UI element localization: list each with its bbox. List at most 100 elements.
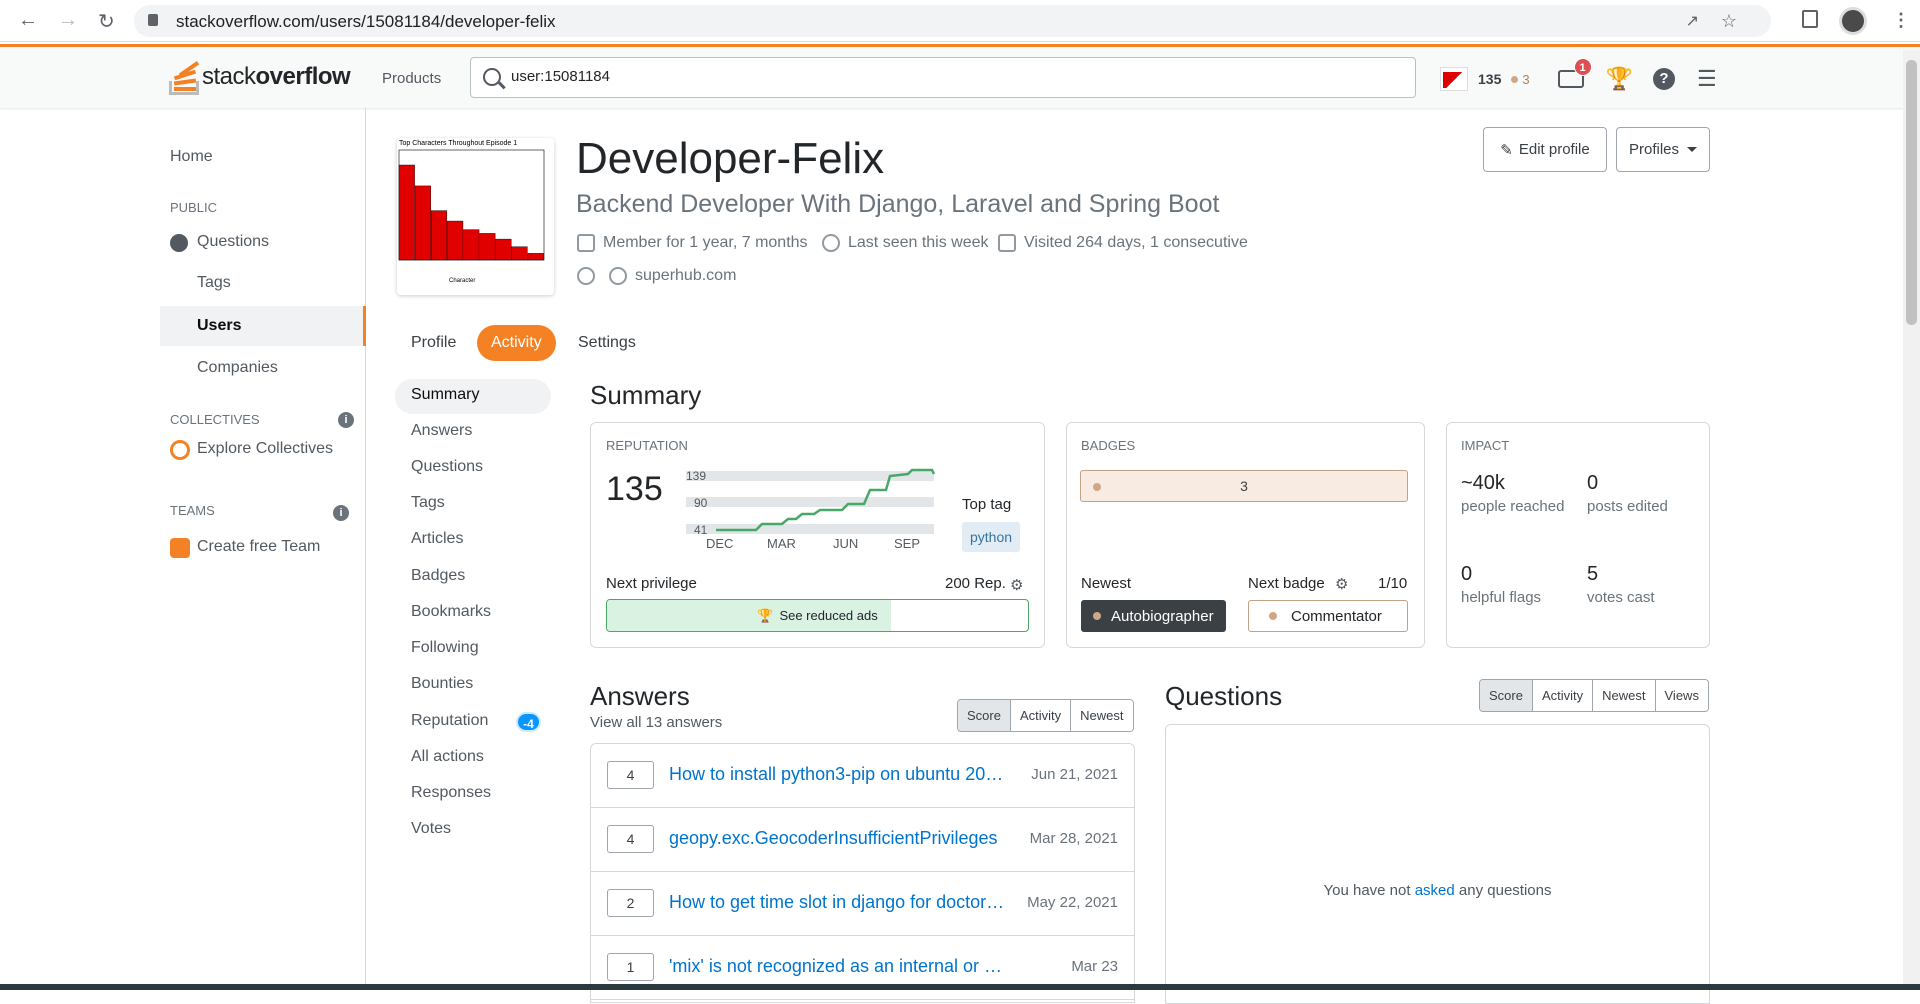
stackoverflow-logo[interactable]: stackoverflow: [168, 59, 351, 95]
back-icon[interactable]: ←: [18, 9, 38, 32]
activity-nav-tags[interactable]: Tags: [411, 494, 445, 512]
answers-sort-score[interactable]: Score: [958, 700, 1010, 731]
github-icon[interactable]: [577, 267, 595, 285]
bronze-badge-icon: [1511, 75, 1519, 83]
votes-cast-value: 5: [1587, 563, 1599, 585]
sidebar-item-create-team[interactable]: Create free Team: [197, 538, 320, 556]
teams-info-icon[interactable]: i: [333, 505, 349, 521]
next-badge-gear-icon[interactable]: ⚙: [1335, 575, 1348, 593]
sidebar-item-explore-collectives[interactable]: Explore Collectives: [197, 440, 333, 458]
reputation-graph: 139 90 41: [686, 468, 936, 537]
sidebar-item-users[interactable]: Users: [197, 317, 241, 335]
privilege-progress-bar[interactable]: 🏆 See reduced ads: [606, 599, 1029, 632]
summary-heading: Summary: [590, 380, 702, 410]
products-menu[interactable]: Products: [382, 70, 441, 87]
achievements-icon[interactable]: 🏆: [1606, 66, 1633, 92]
user-avatar-icon[interactable]: [1440, 67, 1468, 91]
activity-nav-bookmarks[interactable]: Bookmarks: [411, 603, 491, 621]
member-for: Member for 1 year, 7 months: [577, 234, 808, 252]
answers-sort-newest[interactable]: Newest: [1070, 700, 1133, 731]
address-bar[interactable]: stackoverflow.com/users/15081184/develop…: [134, 5, 1771, 37]
collectives-info-icon[interactable]: i: [338, 412, 354, 428]
answers-sort-activity[interactable]: Activity: [1009, 700, 1071, 731]
answer-score: 4: [607, 761, 654, 789]
help-icon[interactable]: ?: [1653, 68, 1675, 90]
avatar-chart-bar: [431, 210, 448, 261]
forward-icon[interactable]: →: [58, 9, 78, 32]
search-input[interactable]: [511, 68, 1391, 85]
reputation-caption: REPUTATION: [606, 438, 688, 453]
sidebar-heading-collectives: COLLECTIVES: [170, 412, 260, 427]
activity-nav-following[interactable]: Following: [411, 639, 479, 657]
sidebar-item-home[interactable]: Home: [170, 148, 213, 166]
search-box[interactable]: [470, 57, 1416, 98]
newest-badge-autobiographer[interactable]: Autobiographer: [1081, 600, 1226, 632]
next-badge-commentator[interactable]: Commentator: [1248, 600, 1408, 632]
answer-title-link[interactable]: How to install python3-pip on ubuntu 20.…: [669, 764, 1005, 785]
activity-nav-badges[interactable]: Badges: [411, 567, 465, 585]
sidebar-active-indicator: [160, 306, 366, 346]
tab-profile[interactable]: Profile: [397, 325, 470, 361]
bronze-dot-icon: [1093, 612, 1101, 620]
visited-days: Visited 264 days, 1 consecutive: [998, 234, 1248, 252]
view-all-answers-link[interactable]: View all 13 answers: [590, 714, 722, 731]
asked-link[interactable]: asked: [1415, 882, 1455, 899]
header-reputation[interactable]: 135: [1478, 71, 1501, 87]
activity-nav-votes[interactable]: Votes: [411, 820, 451, 838]
avatar-chart-bar: [511, 246, 528, 261]
activity-nav-articles[interactable]: Articles: [411, 530, 463, 548]
inbox-icon[interactable]: 1: [1557, 58, 1592, 88]
website-link[interactable]: superhub.com: [635, 267, 736, 285]
browser-profile-avatar[interactable]: [1839, 7, 1867, 35]
questions-sort-group: Score Activity Newest Views: [1479, 679, 1709, 712]
scrollbar-thumb[interactable]: [1906, 60, 1917, 325]
activity-nav-responses[interactable]: Responses: [411, 784, 491, 802]
questions-sort-newest[interactable]: Newest: [1592, 680, 1655, 711]
globe-icon: [170, 234, 188, 252]
people-reached-value: ~40k: [1461, 472, 1505, 494]
sidebar-item-tags[interactable]: Tags: [197, 274, 231, 292]
sidebar-item-questions[interactable]: Questions: [197, 233, 269, 251]
activity-nav-answers[interactable]: Answers: [411, 422, 472, 440]
graph-x-tick-dec: DEC: [706, 536, 734, 551]
bronze-badge-count-bar[interactable]: 3: [1080, 470, 1408, 502]
answer-title-link[interactable]: geopy.exc.GeocoderInsufficientPrivileges: [669, 828, 1005, 849]
lock-icon: [148, 14, 158, 26]
sidepanel-icon[interactable]: [1802, 10, 1818, 28]
answer-date: Mar 23: [1071, 958, 1118, 975]
answer-score: 4: [607, 825, 654, 853]
page-scrollbar[interactable]: [1903, 50, 1920, 990]
browser-menu-icon[interactable]: ⋮: [1892, 10, 1910, 31]
last-seen: Last seen this week: [822, 234, 989, 252]
questions-sort-activity[interactable]: Activity: [1531, 680, 1593, 711]
edit-profile-button[interactable]: ✎ Edit profile: [1483, 127, 1607, 172]
tab-settings[interactable]: Settings: [564, 325, 650, 361]
share-icon[interactable]: ↗: [1686, 11, 1699, 31]
search-icon: [483, 68, 501, 86]
votes-cast-label: votes cast: [1587, 589, 1655, 606]
sidebar-item-companies[interactable]: Companies: [197, 359, 278, 377]
privilege-settings-gear-icon[interactable]: ⚙: [1010, 576, 1023, 594]
answer-title-link[interactable]: 'mix' is not recognized as an internal o…: [669, 956, 1005, 977]
activity-nav-bounties[interactable]: Bounties: [411, 675, 473, 693]
avatar-chart-bar: [414, 185, 431, 261]
activity-nav-summary[interactable]: Summary: [411, 386, 479, 404]
questions-sort-score[interactable]: Score: [1480, 680, 1532, 711]
answer-row: 4 geopy.exc.GeocoderInsufficientPrivilege…: [591, 808, 1134, 872]
profile-avatar[interactable]: Top Characters Throughout Episode 1 Char…: [397, 138, 554, 295]
link-icon: [609, 267, 627, 285]
questions-sort-views[interactable]: Views: [1654, 680, 1708, 711]
site-switcher-icon[interactable]: ☰: [1697, 66, 1717, 92]
people-reached-label: people reached: [1461, 498, 1565, 515]
answer-title-link[interactable]: How to get time slot in django for docto…: [669, 892, 1005, 913]
activity-nav-questions[interactable]: Questions: [411, 458, 483, 476]
reload-icon[interactable]: ↻: [98, 9, 115, 34]
activity-nav-reputation[interactable]: Reputation: [411, 712, 488, 730]
activity-nav-all-actions[interactable]: All actions: [411, 748, 484, 766]
helpful-flags-value: 0: [1461, 563, 1473, 585]
tab-activity[interactable]: Activity: [477, 325, 556, 361]
star-icon[interactable]: ☆: [1721, 11, 1737, 32]
top-tag-python[interactable]: python: [962, 522, 1021, 552]
chevron-down-icon: [1687, 147, 1698, 152]
profiles-dropdown[interactable]: Profiles: [1616, 127, 1710, 172]
